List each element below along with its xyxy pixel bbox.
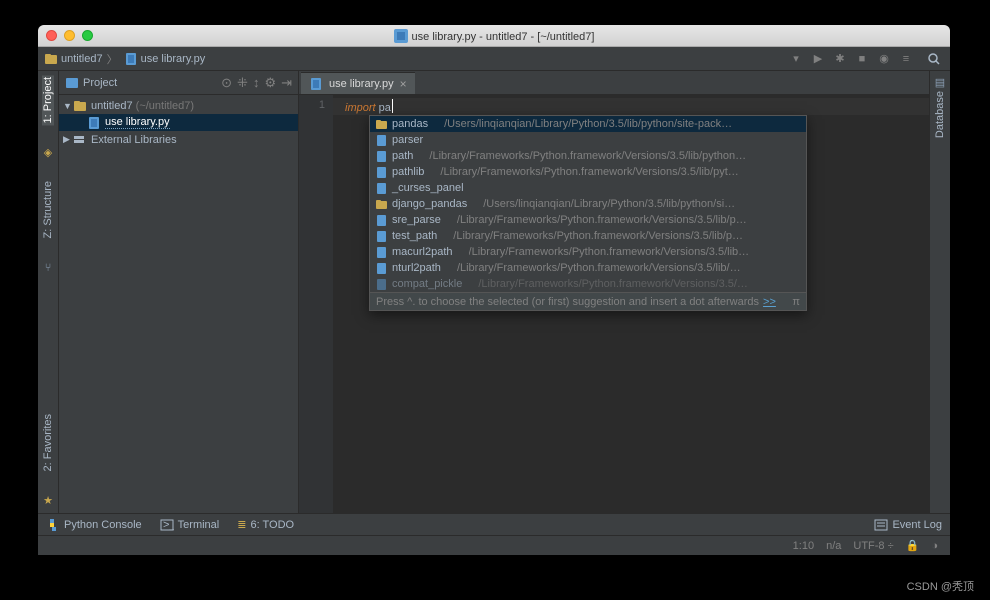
structure-tool-tab[interactable]: Z: Structure [42, 179, 54, 240]
cursor-position[interactable]: 1:10 [793, 540, 814, 552]
event-log-tab[interactable]: Event Log [892, 519, 942, 531]
collapse-all-button[interactable]: ⊙ [221, 75, 232, 91]
debug-button[interactable]: ✱ [830, 49, 850, 69]
project-sidebar: Project ⊙ ⁜ ↕ ⚙ ⇥ ▼ untitled7 (~/untitle… [59, 71, 299, 513]
autocomplete-item[interactable]: path/Library/Frameworks/Python.framework… [370, 148, 806, 164]
project-tool-icon: ◈ [41, 145, 55, 159]
right-tool-rail: ▤ Database [929, 71, 950, 513]
tree-row-file[interactable]: use library.py [59, 114, 298, 131]
tree-row-root[interactable]: ▼ untitled7 (~/untitled7) [59, 97, 298, 114]
window-title: use library.py - untitled7 - [~/untitled… [38, 29, 950, 43]
favorites-tool-tab[interactable]: 2: Favorites [42, 412, 54, 473]
expand-button[interactable]: ⁜ [237, 75, 248, 91]
bottom-toolbar: Python Console >_ Terminal ≣6: TODO Even… [38, 513, 950, 535]
close-tab-button[interactable]: × [400, 77, 407, 91]
search-button[interactable] [924, 49, 944, 69]
encoding[interactable]: UTF-8 ÷ [853, 540, 893, 552]
editor-pane: use library.py × 1 import pa pandas/User… [299, 71, 929, 513]
lock-icon[interactable]: 🔒 [906, 539, 920, 552]
watermark: CSDN @秃顶 [907, 578, 974, 594]
autocomplete-item[interactable]: django_pandas/Users/linqianqian/Library/… [370, 196, 806, 212]
run-button[interactable]: ▶ [808, 49, 828, 69]
python-file-icon [124, 52, 138, 66]
breadcrumb-file[interactable]: use library.py [124, 52, 206, 66]
line-separator[interactable]: n/a [826, 540, 841, 552]
python-console-tab[interactable]: Python Console [46, 518, 142, 532]
tree-row-external[interactable]: ▶ External Libraries [59, 131, 298, 148]
autocomplete-item[interactable]: sre_parse/Library/Frameworks/Python.fram… [370, 212, 806, 228]
code-editor[interactable]: 1 import pa pandas/Users/linqianqian/Lib… [299, 95, 929, 513]
file-icon [394, 29, 408, 43]
hide-panel-button[interactable]: ⇥ [281, 75, 292, 91]
status-bar: 1:10 n/a UTF-8 ÷ 🔒 ◑ [38, 535, 950, 555]
autocomplete-footer: Press ^. to choose the selected (or firs… [370, 292, 806, 310]
text-caret [392, 99, 393, 113]
editor-tab[interactable]: use library.py × [301, 72, 415, 94]
project-icon [65, 76, 79, 90]
autocomplete-item[interactable]: test_path/Library/Frameworks/Python.fram… [370, 228, 806, 244]
breadcrumb-project[interactable]: untitled7〉 [44, 51, 118, 67]
autocomplete-item[interactable]: _curses_panel [370, 180, 806, 196]
editor-tabs: use library.py × [299, 71, 929, 95]
scroll-button[interactable]: ↕ [253, 75, 260, 91]
line-gutter: 1 [299, 95, 333, 513]
database-tool-icon: ▤ [933, 75, 947, 89]
favorites-tool-icon: ★ [41, 493, 55, 507]
autocomplete-popup[interactable]: pandas/Users/linqianqian/Library/Python/… [369, 115, 807, 311]
python-file-icon [309, 77, 323, 91]
autocomplete-item[interactable]: pathlib/Library/Frameworks/Python.framew… [370, 164, 806, 180]
autocomplete-item[interactable]: parser [370, 132, 806, 148]
python-icon [46, 518, 60, 532]
ide-window: use library.py - untitled7 - [~/untitled… [38, 25, 950, 555]
folder-icon [44, 52, 58, 66]
status-indicator-icon[interactable]: ◑ [931, 540, 938, 552]
navigation-bar: untitled7〉 use library.py ▾ ▶ ✱ ■ ◉ ≡ [38, 47, 950, 71]
database-tool-tab[interactable]: Database [934, 89, 946, 140]
structure-tool-icon: ⑂ [41, 261, 55, 275]
titlebar[interactable]: use library.py - untitled7 - [~/untitled… [38, 25, 950, 47]
stop-button[interactable]: ■ [852, 49, 872, 69]
event-log-icon [874, 518, 888, 532]
terminal-tab[interactable]: >_ Terminal [160, 518, 220, 532]
project-tool-tab[interactable]: 1: Project [42, 75, 54, 125]
autocomplete-item[interactable]: macurl2path/Library/Frameworks/Python.fr… [370, 244, 806, 260]
settings-button[interactable]: ≡ [896, 49, 916, 69]
autocomplete-item[interactable]: nturl2path/Library/Frameworks/Python.fra… [370, 260, 806, 276]
autocomplete-item[interactable]: pandas/Users/linqianqian/Library/Python/… [370, 116, 806, 132]
todo-tab[interactable]: ≣6: TODO [237, 518, 294, 531]
build-dropdown[interactable]: ▾ [786, 49, 806, 69]
left-tool-rail: 1: Project ◈ Z: Structure ⑂ 2: Favorites… [38, 71, 59, 513]
autocomplete-item[interactable]: compat_pickle/Library/Frameworks/Python.… [370, 276, 806, 292]
profile-button[interactable]: ◉ [874, 49, 894, 69]
svg-text:>_: >_ [163, 519, 174, 531]
terminal-icon: >_ [160, 518, 174, 532]
project-header: Project ⊙ ⁜ ↕ ⚙ ⇥ [59, 71, 298, 95]
panel-settings-button[interactable]: ⚙ [264, 75, 276, 91]
project-tree: ▼ untitled7 (~/untitled7) use library.py… [59, 95, 298, 513]
